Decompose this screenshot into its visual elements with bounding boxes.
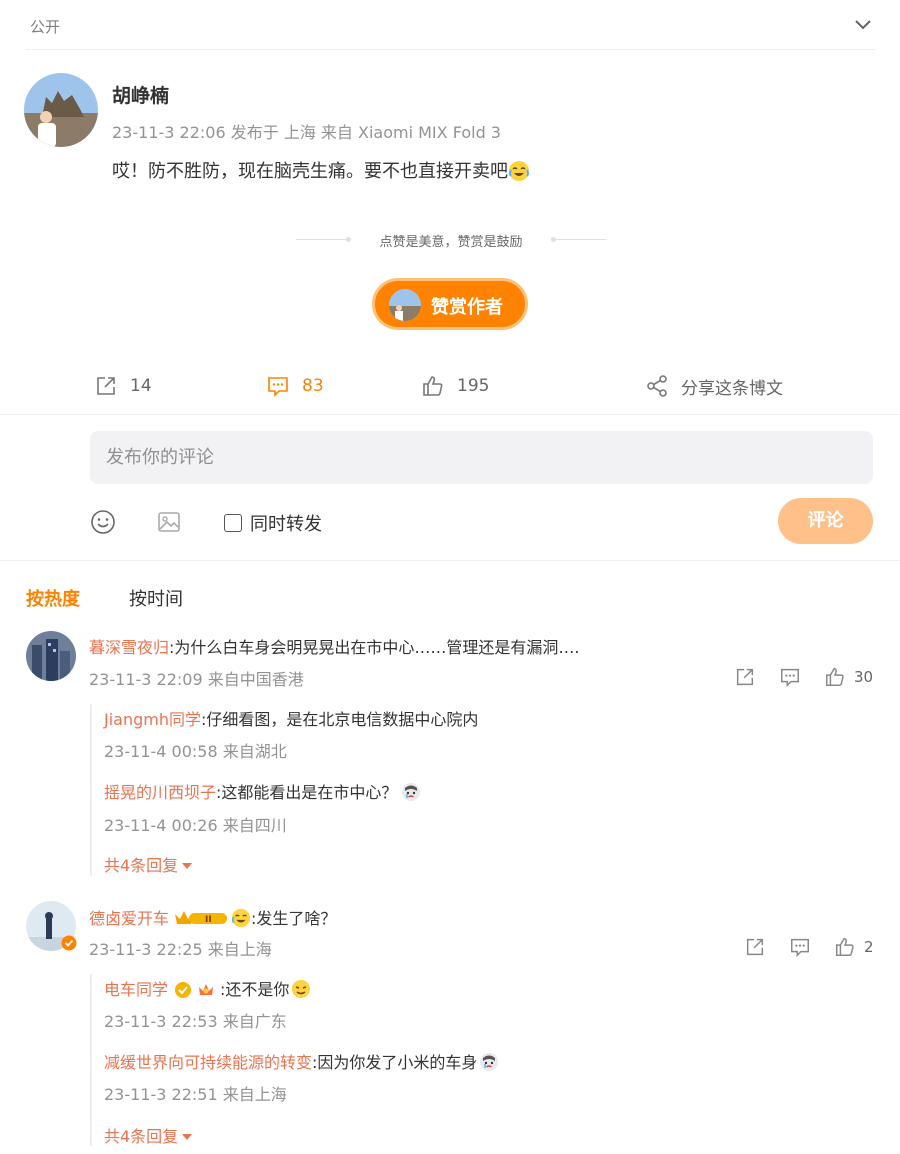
reply-text-line: 摇晃的川西坝子:这都能看出是在市中心？: [104, 779, 421, 803]
more-replies-link[interactable]: 共4条回复: [104, 1123, 193, 1147]
comment-icon[interactable]: [779, 666, 801, 688]
reply-username[interactable]: 减缓世界向可持续能源的转变: [104, 1053, 312, 1072]
comment-text: :发生了啥？: [251, 909, 337, 928]
divider: [556, 239, 606, 240]
reply-text: :因为你发了小米的车身: [312, 1053, 478, 1072]
divider: [26, 49, 876, 50]
more-replies-label: 共4条回复: [104, 1127, 179, 1146]
image-icon[interactable]: [156, 509, 182, 535]
post-device: 来自 Xiaomi MIX Fold 3: [320, 123, 501, 142]
share-label: 分享这条博文: [681, 378, 783, 399]
visibility-bar: 公开: [0, 0, 900, 50]
reward-tip: 点赞是美意，赞赏是鼓励: [296, 230, 606, 250]
thumbs-up-icon[interactable]: [834, 936, 856, 958]
share-icon: [647, 375, 667, 397]
sort-by-time-tab[interactable]: 按时间: [129, 585, 183, 611]
divider: [0, 560, 900, 561]
author-name[interactable]: 胡峥楠: [112, 81, 169, 108]
thumbs-up-icon: [423, 376, 443, 396]
more-replies-label: 共4条回复: [104, 856, 179, 875]
divider: [0, 414, 900, 415]
verified-badge-icon: [175, 982, 192, 998]
more-replies-link[interactable]: 共4条回复: [104, 852, 193, 876]
crown-badge-icon: [199, 984, 214, 995]
fan-badge-icon: II: [173, 908, 229, 932]
reply-meta: 23-11-4 00:58 来自湖北: [104, 742, 287, 761]
comment-text-line: 德卤爱开车 II :发生了啥？: [89, 905, 336, 932]
comment-meta: 23-11-3 22:25 来自上海: [89, 940, 272, 959]
repost-toggle-label: 同时转发: [250, 514, 322, 535]
reply-text-line: 电车同学 :还不是你: [104, 976, 311, 1000]
reply-username[interactable]: Jiangmh同学: [104, 710, 201, 729]
reward-tip-text: 点赞是美意，赞赏是鼓励: [379, 235, 523, 250]
repost-button[interactable]: 14: [94, 366, 152, 406]
comment-icon: [268, 377, 288, 397]
caret-down-icon: [182, 1134, 193, 1140]
verified-badge-icon: [61, 935, 77, 951]
divider-dot: [346, 237, 351, 242]
reply-meta: 23-11-3 22:51 来自上海: [104, 1085, 287, 1104]
sort-by-hot-tab[interactable]: 按热度: [26, 585, 80, 611]
reward-button-label: 赞赏作者: [431, 297, 503, 318]
reply-username[interactable]: 摇晃的川西坝子: [104, 783, 216, 802]
chevron-down-icon[interactable]: [853, 17, 873, 33]
post-meta: 23-11-3 22:06 发布于 上海 来自 Xiaomi MIX Fold …: [112, 119, 501, 143]
crying-laughing-emoji-icon: [509, 161, 529, 181]
comment-count: 83: [302, 376, 324, 396]
comment-text: :为什么白车身会明晃晃出在市中心……管理还是有漏洞….: [169, 638, 580, 657]
divider: [296, 239, 346, 240]
repost-icon[interactable]: [734, 666, 756, 688]
repost-toggle[interactable]: 同时转发: [224, 510, 322, 536]
reply-username[interactable]: 电车同学: [104, 980, 168, 999]
comment-like-count: 2: [864, 938, 874, 956]
like-count: 195: [457, 376, 490, 396]
reply-text-line: Jiangmh同学:仔细看图，是在北京电信数据中心院内: [104, 706, 478, 730]
reply-text: :还不是你: [220, 980, 290, 999]
reward-author-button[interactable]: 赞赏作者: [372, 278, 528, 330]
crying-emoji-icon: [480, 1053, 499, 1071]
smug-emoji-icon: [292, 980, 311, 998]
comment-like-count: 30: [854, 668, 874, 686]
comment-actions: 30: [734, 666, 874, 690]
emoji-icon[interactable]: [90, 509, 116, 535]
visibility-label: 公开: [30, 18, 61, 36]
author-avatar-small: [389, 289, 421, 321]
comment-username[interactable]: 暮深雪夜归: [89, 638, 169, 657]
comment-button[interactable]: 83: [266, 366, 324, 406]
reply-text-line: 减缓世界向可持续能源的转变:因为你发了小米的车身: [104, 1049, 499, 1073]
post-time: 23-11-3 22:06: [112, 123, 226, 142]
post-body: 哎！防不胜防，现在脑壳生痛。要不也直接开卖吧: [112, 157, 530, 183]
reply-text: :仔细看图，是在北京电信数据中心院内: [201, 710, 479, 729]
comment-text-line: 暮深雪夜归:为什么白车身会明晃晃出在市中心……管理还是有漏洞….: [89, 634, 580, 658]
repost-icon[interactable]: [744, 936, 766, 958]
post-text: 哎！防不胜防，现在脑壳生痛。要不也直接开卖吧: [112, 161, 508, 182]
repost-checkbox[interactable]: [224, 514, 242, 532]
reply-meta: 23-11-4 00:26 来自四川: [104, 816, 287, 835]
post-location: 发布于 上海: [230, 123, 316, 142]
comment-input[interactable]: [90, 431, 873, 484]
like-button[interactable]: 195: [421, 366, 489, 406]
reply-thread-bar: [90, 974, 92, 1146]
comment-actions: 2: [744, 936, 874, 960]
crying-laughing-emoji-icon: [231, 908, 251, 928]
comment-meta: 23-11-3 22:09 来自中国香港: [89, 670, 304, 689]
svg-text:II: II: [205, 915, 212, 925]
post-action-bar: 14 83 195 分享这条博文: [0, 366, 900, 406]
submit-comment-button[interactable]: 评论: [778, 498, 873, 544]
comment-username[interactable]: 德卤爱开车: [89, 909, 169, 928]
thumbs-up-icon[interactable]: [824, 666, 846, 688]
caret-down-icon: [182, 863, 193, 869]
author-avatar[interactable]: [24, 73, 98, 147]
repost-count: 14: [130, 376, 152, 396]
reply-text: :这都能看出是在市中心？: [216, 783, 398, 802]
crying-emoji-icon: [402, 783, 421, 801]
share-button[interactable]: 分享这条博文: [645, 366, 783, 406]
reply-meta: 23-11-3 22:53 来自广东: [104, 1012, 287, 1031]
commenter-avatar[interactable]: [26, 631, 76, 681]
comment-icon[interactable]: [789, 936, 811, 958]
repost-icon: [97, 377, 115, 395]
reply-thread-bar: [90, 704, 92, 876]
